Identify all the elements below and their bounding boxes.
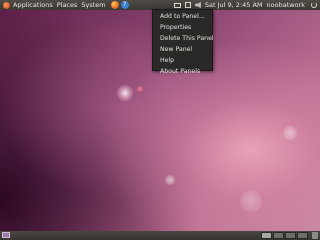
workspace-switcher[interactable] xyxy=(261,232,309,239)
menu-item-help[interactable]: Help xyxy=(153,55,212,66)
menu-item-new-panel[interactable]: New Panel xyxy=(153,44,212,55)
menu-item-delete-panel[interactable]: Delete This Panel xyxy=(153,33,214,44)
applications-menu[interactable]: Applications xyxy=(11,0,55,10)
workspace-1[interactable] xyxy=(261,232,272,239)
wallpaper-red-spot xyxy=(137,86,143,92)
menu-item-about-panels[interactable]: About Panels xyxy=(153,66,212,77)
system-menu[interactable]: System xyxy=(79,0,107,10)
wallpaper-spot xyxy=(283,126,297,140)
workspace-2[interactable] xyxy=(273,232,284,239)
power-icon[interactable] xyxy=(311,2,317,8)
wallpaper-spot xyxy=(240,190,262,212)
bottom-panel[interactable] xyxy=(0,231,320,240)
ubuntu-logo-icon[interactable] xyxy=(3,1,10,9)
help-icon[interactable]: ? xyxy=(120,1,129,9)
network-icon[interactable] xyxy=(184,2,191,8)
menu-item-properties[interactable]: Properties xyxy=(153,22,212,33)
mail-icon[interactable] xyxy=(173,2,181,8)
wallpaper-spot xyxy=(165,175,175,185)
firefox-icon[interactable] xyxy=(110,1,119,9)
wallpaper-light-spot xyxy=(117,85,133,101)
panel-context-menu: Add to Panel... Properties Delete This P… xyxy=(152,9,214,75)
menu-item-add-to-panel[interactable]: Add to Panel... xyxy=(153,11,212,22)
desktop[interactable]: Applications Places System ? Sat Jul 9, … xyxy=(0,0,320,240)
user-menu[interactable]: noobatwork xyxy=(265,0,307,10)
workspace-3[interactable] xyxy=(285,232,296,239)
places-menu[interactable]: Places xyxy=(55,0,80,10)
volume-icon[interactable] xyxy=(194,2,201,8)
trash-icon[interactable] xyxy=(312,232,318,239)
workspace-4[interactable] xyxy=(297,232,308,239)
show-desktop-icon[interactable] xyxy=(2,232,10,238)
